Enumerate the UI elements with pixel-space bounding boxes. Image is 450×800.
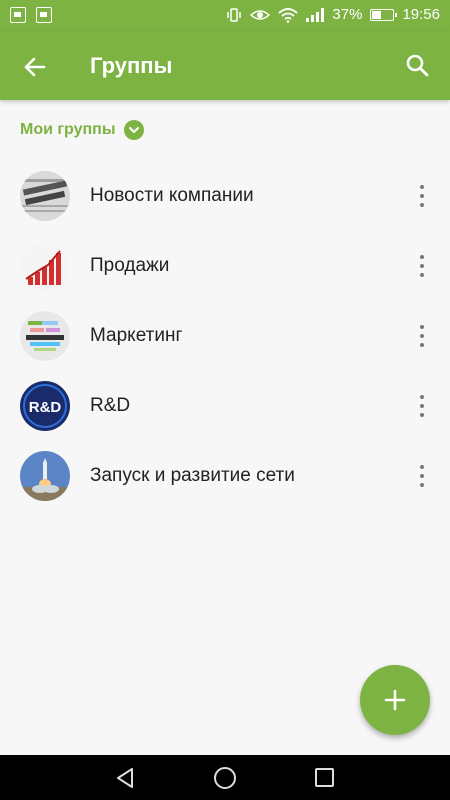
back-button[interactable] <box>18 50 52 84</box>
rocket-launch-image <box>20 451 70 501</box>
list-item[interactable]: Продажи <box>0 231 450 301</box>
system-nav-bar <box>0 755 450 800</box>
rd-logo-image: R&D <box>20 381 70 431</box>
eye-icon <box>250 9 271 20</box>
more-options-button[interactable] <box>416 253 428 279</box>
page-title: Группы <box>90 53 173 78</box>
more-options-button[interactable] <box>416 323 428 349</box>
search-button[interactable] <box>402 50 434 82</box>
group-name: R&D <box>90 395 131 416</box>
nav-recents-icon[interactable] <box>315 768 334 787</box>
plus-icon <box>384 689 406 711</box>
vibrate-icon <box>227 7 242 22</box>
latest-news-image <box>20 171 70 221</box>
group-name: Маркетинг <box>90 325 183 346</box>
chevron-down-icon <box>123 120 144 140</box>
section-label: Мои группы <box>20 121 116 138</box>
battery-icon <box>370 8 398 21</box>
list-item[interactable]: R&D R&D <box>0 371 450 441</box>
group-name: Продажи <box>90 255 170 276</box>
group-name: Новости компании <box>90 185 254 206</box>
marketing-words-image <box>20 311 70 361</box>
more-options-button[interactable] <box>416 393 428 419</box>
search-icon <box>406 54 429 77</box>
my-groups-dropdown[interactable]: Мои группы <box>20 120 144 140</box>
image-icon <box>36 7 52 23</box>
app-bar: Группы <box>0 32 450 100</box>
nav-back-icon[interactable] <box>114 767 136 789</box>
status-bar: 37% 19:56 <box>0 0 450 32</box>
arrow-left-icon <box>24 57 46 77</box>
list-item[interactable]: Маркетинг <box>0 301 450 371</box>
signal-icon <box>306 7 325 22</box>
groups-list: Новости компании Продажи Маркетинг R&D R… <box>0 161 450 511</box>
svg-text:R&D: R&D <box>29 399 62 416</box>
add-group-button[interactable] <box>360 665 430 735</box>
clock: 19:56 <box>402 6 440 23</box>
list-item[interactable]: Запуск и развитие сети <box>0 441 450 511</box>
group-name: Запуск и развитие сети <box>90 465 295 486</box>
more-options-button[interactable] <box>416 463 428 489</box>
sales-chart-image <box>20 241 70 291</box>
nav-home-icon[interactable] <box>214 767 236 789</box>
more-options-button[interactable] <box>416 183 428 209</box>
battery-percent: 37% <box>332 6 363 23</box>
list-item[interactable]: Новости компании <box>0 161 450 231</box>
wifi-icon <box>278 7 299 23</box>
notification-icon <box>10 7 26 23</box>
